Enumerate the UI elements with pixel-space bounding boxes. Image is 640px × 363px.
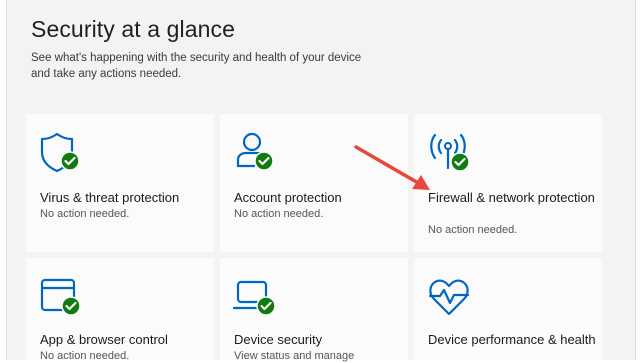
card-status: No action needed. [40, 350, 130, 362]
device-security-card[interactable]: Device security View status and manage [220, 258, 408, 362]
card-title: Firewall & network protection [428, 190, 595, 205]
laptop-check-icon [232, 274, 278, 320]
card-status: View status and manage [234, 350, 355, 362]
card-title: Virus & threat protection [40, 190, 180, 205]
firewall-network-protection-card[interactable]: Firewall & network protection No action … [414, 114, 602, 252]
virus-threat-protection-card[interactable]: Virus & threat protection No action need… [26, 114, 214, 252]
person-check-icon [232, 130, 278, 176]
card-status: No action needed. [428, 224, 518, 236]
page-title: Security at a glance [31, 16, 236, 42]
app-browser-control-card[interactable]: App & browser control No action needed. [26, 258, 214, 362]
card-title: Device security [234, 332, 323, 347]
heart-pulse-icon [426, 274, 472, 320]
card-title: Device performance & health [428, 332, 596, 347]
device-performance-health-card[interactable]: Device performance & health [414, 258, 602, 360]
shield-check-icon [38, 130, 84, 176]
card-status: No action needed. [234, 208, 324, 220]
annotation-arrow-icon [354, 145, 430, 190]
card-status: No action needed. [40, 208, 130, 220]
browser-window-check-icon [38, 274, 84, 320]
page-subtitle: See what's happening with the security a… [31, 52, 362, 80]
card-title: App & browser control [40, 332, 168, 347]
